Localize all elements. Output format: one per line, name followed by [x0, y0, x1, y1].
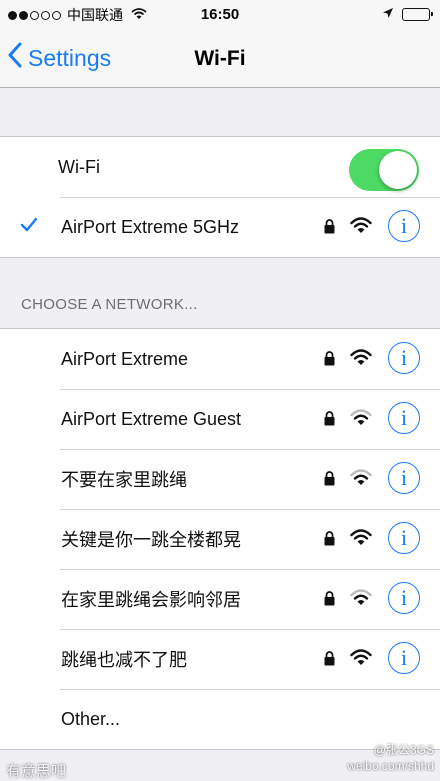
wifi-signal-icon — [350, 217, 372, 239]
cell-signal-icon — [8, 10, 61, 20]
other-network-row[interactable]: Other... — [0, 689, 440, 749]
lock-icon — [324, 591, 335, 611]
wifi-signal-icon — [350, 529, 372, 551]
lock-icon — [324, 411, 335, 431]
network-row[interactable]: AirPort Extreme Guest i — [0, 389, 440, 449]
info-icon[interactable]: i — [388, 582, 420, 614]
network-row[interactable]: 关键是你一跳全楼都晃 i — [0, 509, 440, 569]
network-row[interactable]: 跳绳也减不了肥 i — [0, 629, 440, 689]
location-arrow-icon — [382, 6, 394, 22]
watermark-left: 有意思吧 — [6, 763, 67, 780]
checkmark-icon — [20, 217, 38, 238]
info-icon[interactable]: i — [388, 402, 420, 434]
wifi-signal-icon — [350, 409, 372, 431]
other-network-label: Other... — [61, 708, 121, 729]
wifi-toggle-label: Wi-Fi — [58, 156, 100, 177]
wifi-toggle-switch[interactable] — [349, 149, 419, 191]
info-icon[interactable]: i — [388, 342, 420, 374]
network-name: 在家里跳绳会影响邻居 — [61, 590, 241, 610]
network-name: 不要在家里跳绳 — [61, 470, 187, 490]
navigation-bar: Settings Wi-Fi — [0, 30, 440, 88]
watermark-right: @张公3GS weibo.com/shhd — [347, 742, 434, 774]
connected-network-name: AirPort Extreme 5GHz — [61, 216, 240, 237]
network-row[interactable]: 在家里跳绳会影响邻居 i — [0, 569, 440, 629]
network-list: AirPort Extreme i AirPort Extreme Guest … — [0, 328, 440, 750]
wifi-signal-icon — [350, 649, 372, 671]
wifi-status-group: Wi-Fi AirPort Extreme 5GHz i — [0, 136, 440, 258]
watermark-url: weibo.com/shhd — [347, 759, 434, 773]
network-row[interactable]: 不要在家里跳绳 i — [0, 449, 440, 509]
info-icon[interactable]: i — [388, 642, 420, 674]
info-icon[interactable]: i — [388, 522, 420, 554]
watermark-handle: @张公3GS — [373, 743, 434, 757]
network-name: AirPort Extreme Guest — [61, 408, 242, 429]
page-title: Wi-Fi — [194, 47, 246, 70]
carrier-name: 中国联通 — [67, 7, 123, 23]
network-name: 跳绳也减不了肥 — [61, 650, 187, 670]
lock-icon — [324, 651, 335, 671]
network-name: 关键是你一跳全楼都晃 — [61, 530, 241, 550]
battery-icon — [402, 7, 433, 21]
toggle-knob — [379, 151, 417, 189]
info-icon[interactable]: i — [388, 210, 420, 242]
lock-icon — [324, 219, 335, 239]
lock-icon — [324, 531, 335, 551]
wifi-signal-icon — [350, 469, 372, 491]
lock-icon — [324, 351, 335, 371]
status-bar: 中国联通 16:50 — [0, 0, 440, 30]
info-icon[interactable]: i — [388, 462, 420, 494]
section-header: CHOOSE A NETWORK... — [21, 296, 198, 313]
network-name: AirPort Extreme — [61, 348, 189, 369]
wifi-signal-icon — [350, 589, 372, 611]
network-row[interactable]: AirPort Extreme i — [0, 329, 440, 389]
connected-network-row[interactable]: AirPort Extreme 5GHz i — [0, 197, 440, 257]
wifi-toggle-row: Wi-Fi — [0, 137, 440, 197]
wifi-signal-icon — [350, 349, 372, 371]
lock-icon — [324, 471, 335, 491]
wifi-status-icon — [131, 7, 147, 23]
status-time: 16:50 — [200, 6, 240, 23]
